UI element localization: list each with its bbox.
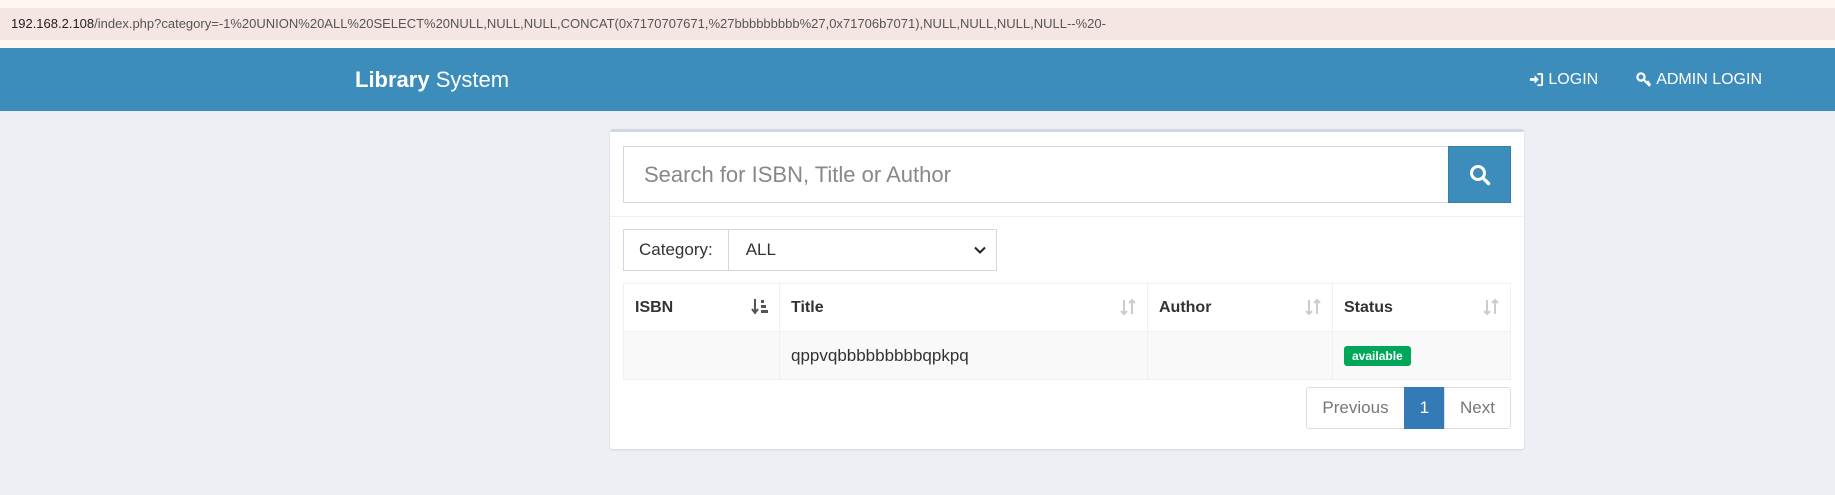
table-header-row: ISBN Title Author Status — [623, 283, 1511, 332]
column-header-isbn[interactable]: ISBN — [623, 283, 780, 332]
column-header-title[interactable]: Title — [779, 283, 1148, 332]
sign-in-icon — [1530, 72, 1544, 87]
cell-status: available — [1332, 331, 1511, 380]
sort-icon — [1120, 298, 1136, 316]
login-link[interactable]: LOGIN — [1529, 71, 1598, 89]
cell-isbn — [623, 331, 780, 380]
brand-logo[interactable]: Library System — [355, 48, 509, 111]
sort-ascending-icon — [751, 299, 768, 315]
url-host: 192.168.2.108 — [11, 16, 95, 31]
address-bar-field[interactable]: 192.168.2.108/index.php?category=-1%20UN… — [0, 8, 1835, 40]
column-header-status[interactable]: Status — [1332, 283, 1511, 332]
previous-page-button[interactable]: Previous — [1306, 387, 1405, 429]
search-button[interactable] — [1448, 146, 1511, 203]
category-select[interactable]: ALL — [728, 229, 997, 271]
admin-login-label: ADMIN LOGIN — [1656, 70, 1762, 88]
chevron-down-icon — [973, 246, 986, 254]
divider — [610, 216, 1524, 217]
isbn-header-label: ISBN — [635, 298, 674, 316]
cell-author — [1147, 331, 1333, 380]
category-filter: Category: ALL — [623, 229, 997, 271]
sort-icon — [1483, 298, 1499, 316]
category-selected-value: ALL — [745, 240, 776, 259]
book-search-panel: Category: ALL ISBN Ti — [610, 129, 1524, 449]
category-label: Category: — [623, 229, 729, 271]
login-label: LOGIN — [1548, 70, 1599, 88]
admin-login-link[interactable]: ADMIN LOGIN — [1636, 71, 1762, 89]
url-path: /index.php?category=-1%20UNION%20ALL%20S… — [94, 16, 1106, 31]
brand-rest: System — [429, 67, 510, 92]
pagination: Previous 1 Next — [1306, 387, 1511, 429]
top-navbar: Library System LOGIN ADMIN LOGIN — [0, 48, 1835, 111]
table-row: qppvqbbbbbbbbbqpkpq available — [623, 331, 1511, 380]
status-badge: available — [1344, 346, 1411, 366]
cell-title: qppvqbbbbbbbbbqpkpq — [779, 331, 1148, 380]
next-page-button[interactable]: Next — [1444, 387, 1511, 429]
nav-links: LOGIN ADMIN LOGIN — [1491, 48, 1762, 111]
brand-bold: Library — [355, 67, 430, 92]
search-bar — [623, 146, 1511, 203]
title-header-label: Title — [791, 298, 824, 316]
search-icon — [1469, 164, 1490, 185]
author-header-label: Author — [1159, 298, 1212, 316]
column-header-author[interactable]: Author — [1147, 283, 1333, 332]
address-bar: 192.168.2.108/index.php?category=-1%20UN… — [0, 0, 1835, 48]
search-input[interactable] — [623, 146, 1448, 203]
page-1-button[interactable]: 1 — [1403, 387, 1446, 429]
key-icon — [1636, 71, 1652, 87]
status-header-label: Status — [1344, 298, 1393, 316]
books-table: ISBN Title Author Status qppvqbbbbbbbbbq… — [623, 283, 1511, 380]
sort-icon — [1305, 298, 1321, 316]
